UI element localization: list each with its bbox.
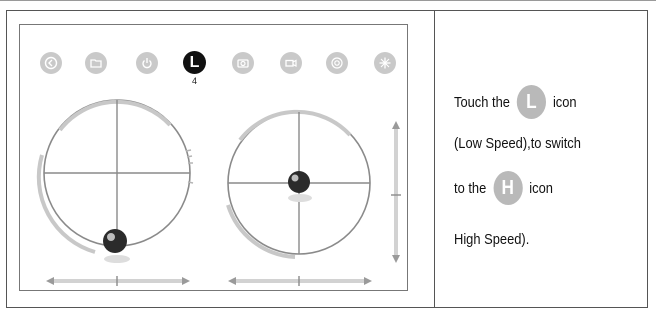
- instruction-text-to-the: to the: [454, 179, 487, 197]
- right-joystick[interactable]: [226, 109, 372, 286]
- camera-icon[interactable]: [232, 52, 254, 74]
- low-speed-badge-icon: L: [516, 85, 547, 119]
- instruction-text-touch: Touch the: [454, 93, 510, 111]
- back-icon[interactable]: [40, 52, 62, 74]
- high-speed-badge-icon: H: [493, 171, 523, 205]
- instruction-line-2: (Low Speed),to switch: [454, 135, 581, 152]
- vertical-trim-slider[interactable]: [391, 121, 401, 263]
- instruction-text-icon: icon: [552, 93, 577, 111]
- instruction-text-icon-2: icon: [529, 179, 553, 197]
- left-joystick[interactable]: [36, 99, 194, 286]
- joysticks-graphic: [36, 99, 401, 286]
- controller-screenshot: L 4: [19, 24, 408, 291]
- compass-icon[interactable]: [374, 52, 396, 74]
- video-icon[interactable]: [280, 52, 302, 74]
- folder-icon[interactable]: [85, 52, 107, 74]
- instruction-line-3: to the H icon: [454, 171, 553, 205]
- top-rule: [0, 0, 656, 1]
- instruction-line-1: Touch the L icon: [454, 85, 577, 119]
- low-speed-letter: L: [189, 53, 200, 71]
- gyro-icon[interactable]: [326, 52, 348, 74]
- power-icon[interactable]: [136, 52, 158, 74]
- instruction-line-4: High Speed).: [454, 231, 530, 248]
- low-speed-icon[interactable]: L: [183, 51, 206, 74]
- content-table: L 4 Touch the L icon (Low Speed),to swit…: [6, 10, 648, 308]
- column-divider: [434, 11, 435, 307]
